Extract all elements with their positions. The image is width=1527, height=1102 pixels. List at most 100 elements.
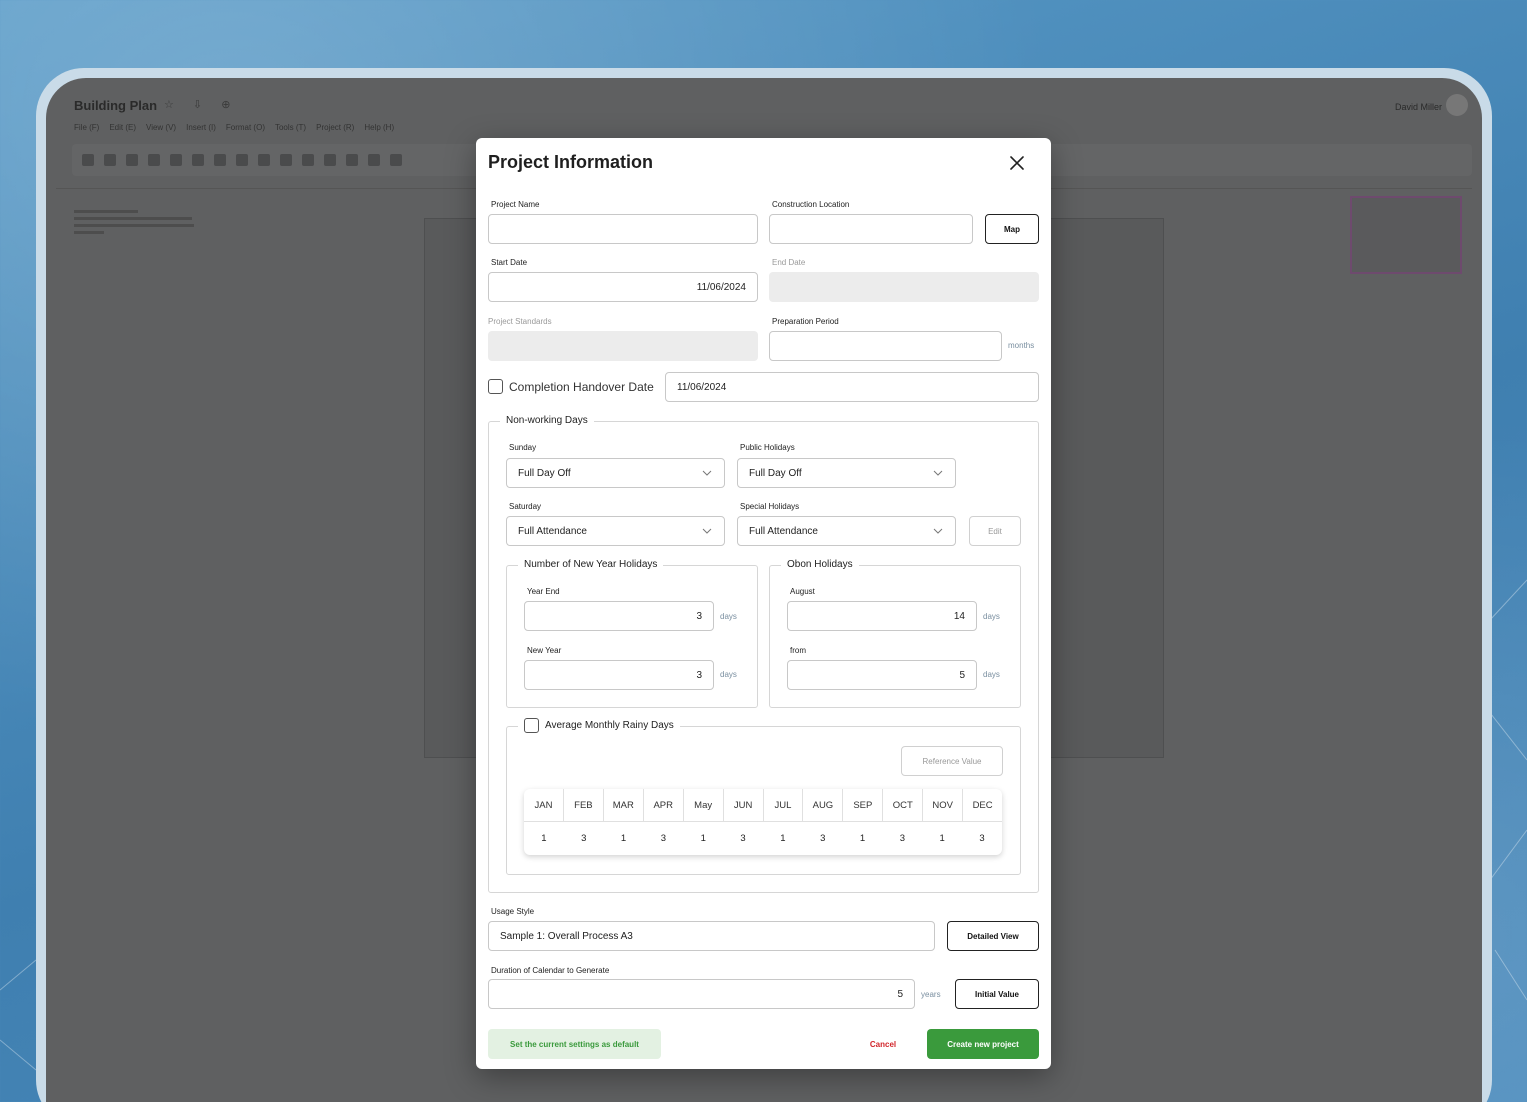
saturday-select[interactable]: Full Attendance [506, 516, 725, 546]
preview-icon[interactable] [148, 154, 160, 166]
public-holidays-label: Public Holidays [740, 443, 795, 452]
set-default-button[interactable]: Set the current settings as default [488, 1029, 661, 1059]
sunday-select[interactable]: Full Day Off [506, 458, 725, 488]
menu-project[interactable]: Project (R) [316, 123, 354, 132]
rainy-days-checkbox[interactable] [524, 718, 539, 733]
save-icon[interactable] [170, 154, 182, 166]
close-icon[interactable] [1006, 152, 1028, 174]
end-date-label: End Date [772, 258, 806, 267]
month-header-jun: JUN [723, 789, 764, 822]
zoom-out-icon[interactable] [346, 154, 358, 166]
undo-icon[interactable] [258, 154, 270, 166]
preparation-period-unit: months [1008, 341, 1035, 350]
title-bar-icons: ☆ ⇩ ⊕ [164, 99, 239, 111]
saturday-select-value: Full Attendance [518, 525, 587, 537]
from-label: from [790, 646, 806, 655]
rainy-value-jun[interactable]: 3 [723, 822, 763, 855]
month-header-nov: NOV [923, 789, 964, 822]
month-header-jan: JAN [524, 789, 564, 822]
rainy-value-may[interactable]: 1 [683, 822, 723, 855]
redo-icon[interactable] [280, 154, 292, 166]
month-header-dec: DEC [963, 789, 1002, 822]
rainy-days-legend: Average Monthly Rainy Days [518, 718, 680, 733]
reference-value-button[interactable]: Reference Value [901, 746, 1003, 776]
construction-location-label: Construction Location [772, 200, 850, 209]
calendar-duration-input[interactable]: 5 [488, 979, 915, 1009]
project-information-dialog: Project Information Project Name Constru… [476, 138, 1051, 1069]
rainy-value-sep[interactable]: 1 [843, 822, 883, 855]
rainy-value-aug[interactable]: 3 [803, 822, 843, 855]
paste-icon[interactable] [236, 154, 248, 166]
month-header-sep: SEP [843, 789, 884, 822]
rainy-value-dec[interactable]: 3 [962, 822, 1002, 855]
completion-handover-checkbox[interactable] [488, 379, 503, 394]
saturday-label: Saturday [509, 502, 542, 511]
dialog-title: Project Information [488, 152, 654, 172]
month-header-jul: JUL [763, 789, 804, 822]
create-project-button[interactable]: Create new project [927, 1029, 1039, 1059]
usage-style-input[interactable]: Sample 1: Overall Process A3 [488, 921, 935, 951]
year-end-input[interactable]: 3 [524, 601, 714, 631]
detailed-view-button[interactable]: Detailed View [947, 921, 1039, 951]
avatar[interactable] [1446, 94, 1468, 116]
month-header-may: May [683, 789, 724, 822]
new-year-input[interactable]: 3 [524, 660, 714, 690]
edit-button[interactable]: Edit [969, 516, 1021, 546]
rainy-value-jul[interactable]: 1 [763, 822, 803, 855]
start-date-input[interactable]: 11/06/2024 [488, 272, 758, 302]
zoom-in-icon[interactable] [324, 154, 336, 166]
menu-bar: File (F) Edit (E) View (V) Insert (I) Fo… [74, 123, 394, 132]
completion-handover-date-input[interactable]: 11/06/2024 [665, 372, 1039, 402]
open-file-icon[interactable] [104, 154, 116, 166]
rainy-value-mar[interactable]: 1 [604, 822, 644, 855]
rainy-value-apr[interactable]: 3 [643, 822, 683, 855]
new-year-holidays-legend: Number of New Year Holidays [518, 559, 664, 570]
menu-file[interactable]: File (F) [74, 123, 99, 132]
menu-insert[interactable]: Insert (I) [186, 123, 216, 132]
copy-icon[interactable] [214, 154, 226, 166]
print-icon[interactable] [126, 154, 138, 166]
page-thumbnail[interactable] [1350, 196, 1462, 274]
non-working-days-legend: Non-working Days [500, 415, 594, 426]
menu-edit[interactable]: Edit (E) [109, 123, 136, 132]
new-year-label: New Year [527, 646, 562, 655]
obon-holidays-legend: Obon Holidays [781, 559, 859, 570]
pointer-icon[interactable] [368, 154, 380, 166]
calendar-duration-label: Duration of Calendar to Generate [491, 966, 610, 975]
august-unit: days [983, 612, 1000, 621]
rainy-value-feb[interactable]: 3 [564, 822, 604, 855]
cut-icon[interactable] [192, 154, 204, 166]
calendar-duration-unit: years [921, 990, 941, 999]
construction-location-input[interactable] [769, 214, 973, 244]
link-icon[interactable] [390, 154, 402, 166]
grid-icon[interactable] [302, 154, 314, 166]
menu-tools[interactable]: Tools (T) [275, 123, 306, 132]
chevron-down-icon [933, 528, 943, 534]
menu-format[interactable]: Format (O) [226, 123, 265, 132]
rainy-value-jan[interactable]: 1 [524, 822, 564, 855]
august-input[interactable]: 14 [787, 601, 977, 631]
rainy-value-nov[interactable]: 1 [922, 822, 962, 855]
project-name-input[interactable] [488, 214, 758, 244]
from-input[interactable]: 5 [787, 660, 977, 690]
cancel-button[interactable]: Cancel [842, 1029, 924, 1059]
preparation-period-input[interactable] [769, 331, 1002, 361]
project-standards-input [488, 331, 758, 361]
sunday-label: Sunday [509, 443, 537, 452]
initial-value-button[interactable]: Initial Value [955, 979, 1039, 1009]
chevron-down-icon [933, 470, 943, 476]
month-header-aug: AUG [803, 789, 844, 822]
menu-view[interactable]: View (V) [146, 123, 176, 132]
public-holidays-select[interactable]: Full Day Off [737, 458, 956, 488]
project-name-label: Project Name [491, 200, 540, 209]
map-button[interactable]: Map [985, 214, 1039, 244]
special-holidays-select[interactable]: Full Attendance [737, 516, 956, 546]
special-holidays-select-value: Full Attendance [749, 525, 818, 537]
start-date-label: Start Date [491, 258, 528, 267]
app-title: Building Plan [74, 98, 158, 113]
menu-help[interactable]: Help (H) [364, 123, 394, 132]
from-unit: days [983, 670, 1000, 679]
rainy-value-oct[interactable]: 3 [882, 822, 922, 855]
new-file-icon[interactable] [82, 154, 94, 166]
user-name[interactable]: David Miller [1395, 102, 1442, 112]
